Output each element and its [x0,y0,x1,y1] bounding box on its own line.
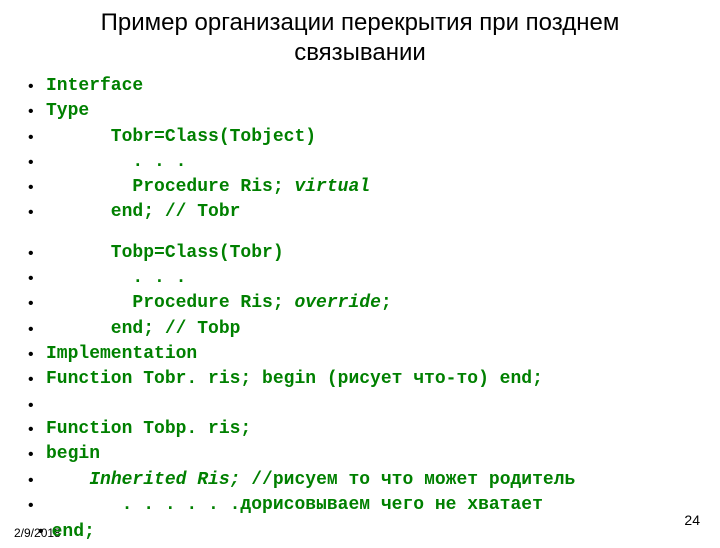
bullet-icon: • [28,417,46,441]
code-line: •Interface [28,74,700,98]
bullet-icon: • [28,200,46,224]
code-line: • Procedure Ris; override; [28,291,700,315]
code-text: Tobp=Class(Tobr) [46,241,284,265]
code-text: end; // Tobr [46,200,240,224]
code-line: • . . . . . .дорисовываем чего не хватае… [28,493,700,517]
code-line: • [28,393,700,417]
code-block: •Interface•Type• Tobr=Class(Tobject)• . … [0,74,720,517]
bullet-icon: • [28,342,46,366]
code-text: Interface [46,74,143,98]
code-text: end; // Tobp [46,317,240,341]
bullet-icon: • [28,125,46,149]
code-line: • . . . [28,150,700,174]
code-text: Function Tobp. ris; [46,417,251,441]
code-line: •Implementation [28,342,700,366]
code-line: • end; // Tobr [28,200,700,224]
code-text: . . . [46,150,186,174]
end-line: •end; [38,522,95,542]
code-text: Implementation [46,342,197,366]
code-line: • Tobr=Class(Tobject) [28,125,700,149]
slide-title: Пример организации перекрытия при поздне… [60,8,660,68]
bullet-icon: • [28,442,46,466]
code-line: •Type [28,99,700,123]
code-line: •Function Tobp. ris; [28,417,700,441]
code-text: Function Tobr. ris; begin (рисует что-то… [46,367,543,391]
bullet-icon: • [28,266,46,290]
code-text: begin [46,442,100,466]
code-line: • . . . [28,266,700,290]
code-line: • Tobp=Class(Tobr) [28,241,700,265]
code-line: • end; // Tobp [28,317,700,341]
bullet-icon: • [28,150,46,174]
code-text: Procedure Ris; virtual [46,175,370,199]
code-line: • Procedure Ris; virtual [28,175,700,199]
bullet-icon: • [28,99,46,123]
bullet-icon: • [28,493,46,517]
bullet-icon: • [28,241,46,265]
code-line: •begin [28,442,700,466]
code-text: . . . [46,266,186,290]
code-text: Inherited Ris; //рисуем то что может род… [46,468,575,492]
code-text: Tobr=Class(Tobject) [46,125,316,149]
code-line: •Function Tobr. ris; begin (рисует что-т… [28,367,700,391]
bullet-icon: • [28,468,46,492]
code-text: Type [46,99,89,123]
code-text: Procedure Ris; override; [46,291,392,315]
code-line: • Inherited Ris; //рисуем то что может р… [28,468,700,492]
code-text: . . . . . .дорисовываем чего не хватает [46,493,543,517]
page-number: 24 [684,512,700,528]
bullet-icon: • [28,74,46,98]
bullet-icon: • [28,175,46,199]
bullet-icon: • [28,393,46,417]
bullet-icon: • [28,317,46,341]
bullet-icon: • [28,291,46,315]
bullet-icon: • [28,367,46,391]
